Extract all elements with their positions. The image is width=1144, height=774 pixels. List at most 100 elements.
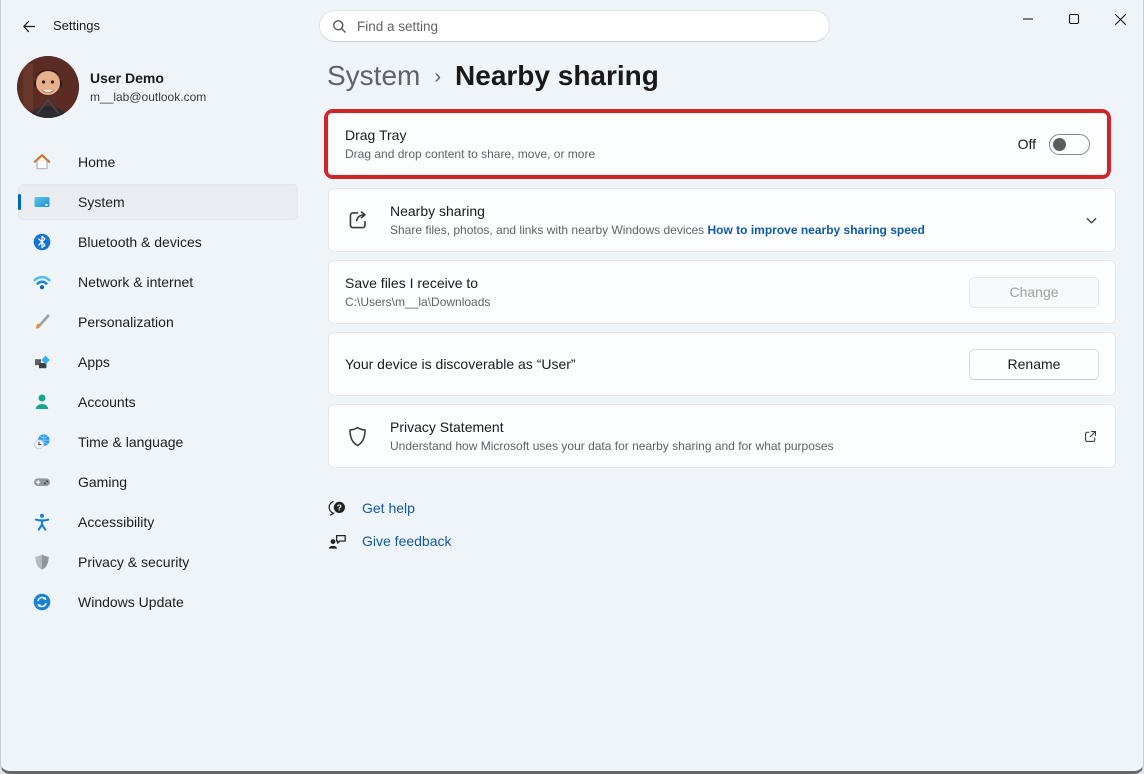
sidebar-item-label: Personalization	[78, 314, 174, 330]
gaming-icon	[32, 472, 52, 492]
chevron-down-icon[interactable]	[1084, 213, 1099, 228]
system-icon	[32, 192, 52, 212]
sidebar-item-gaming[interactable]: Gaming	[18, 464, 298, 500]
maximize-icon	[1068, 13, 1080, 25]
give-feedback-link[interactable]: Give feedback	[327, 531, 452, 551]
discoverable-title: Your device is discoverable as “User”	[345, 356, 969, 372]
page-title: Nearby sharing	[455, 60, 659, 92]
settings-window: Settings	[0, 0, 1144, 774]
close-icon	[1114, 13, 1127, 26]
search-input[interactable]	[357, 19, 817, 34]
external-link-icon	[1082, 428, 1099, 445]
privacy-statement-card[interactable]: Privacy Statement Understand how Microso…	[328, 404, 1116, 468]
save-files-path: C:\Users\m__la\Downloads	[345, 295, 969, 309]
time-language-icon	[32, 432, 52, 452]
sidebar-item-privacy-security[interactable]: Privacy & security	[18, 544, 298, 580]
home-icon	[32, 152, 52, 172]
discoverable-text: Your device is discoverable as “User”	[345, 356, 969, 372]
rename-button[interactable]: Rename	[969, 349, 1099, 380]
back-arrow-icon	[20, 18, 37, 35]
search-icon	[332, 19, 347, 34]
nearby-sharing-description-text: Share files, photos, and links with near…	[390, 223, 704, 237]
get-help-label: Get help	[362, 500, 415, 516]
accounts-icon	[32, 392, 52, 412]
profile-name: User Demo	[90, 70, 206, 86]
search-box[interactable]	[319, 10, 830, 42]
get-help-link[interactable]: ? Get help	[327, 498, 415, 518]
drag-tray-description: Drag and drop content to share, move, or…	[345, 147, 1018, 161]
privacy-statement-text: Privacy Statement Understand how Microso…	[390, 419, 1070, 453]
privacy-statement-description: Understand how Microsoft uses your data …	[390, 439, 1070, 453]
sidebar-item-accessibility[interactable]: Accessibility	[18, 504, 298, 540]
sidebar-item-windows-update[interactable]: Windows Update	[18, 584, 298, 620]
sidebar-item-time-language[interactable]: Time & language	[18, 424, 298, 460]
drag-tray-title: Drag Tray	[345, 127, 1018, 143]
breadcrumb-parent[interactable]: System	[327, 60, 420, 92]
profile-email: m__lab@outlook.com	[90, 90, 206, 104]
sidebar-item-system[interactable]: System	[18, 184, 298, 220]
privacy-security-icon	[32, 552, 52, 572]
save-files-card: Save files I receive to C:\Users\m__la\D…	[328, 260, 1116, 324]
sidebar-item-network-internet[interactable]: Network & internet	[18, 264, 298, 300]
save-files-title: Save files I receive to	[345, 275, 969, 291]
sidebar-item-label: Time & language	[78, 434, 183, 450]
nearby-sharing-text: Nearby sharing Share files, photos, and …	[390, 203, 1072, 237]
breadcrumb: System › Nearby sharing	[327, 60, 659, 92]
nearby-sharing-title: Nearby sharing	[390, 203, 1072, 219]
nearby-sharing-description: Share files, photos, and links with near…	[390, 223, 1072, 237]
nearby-sharing-card[interactable]: Nearby sharing Share files, photos, and …	[328, 188, 1116, 252]
breadcrumb-separator-icon: ›	[434, 66, 441, 89]
sidebar-nav: Home System Bluetooth & devices Network …	[18, 144, 298, 624]
save-files-text: Save files I receive to C:\Users\m__la\D…	[345, 275, 969, 309]
sidebar-item-label: Apps	[78, 354, 110, 370]
sidebar-item-apps[interactable]: Apps	[18, 344, 298, 380]
app-title: Settings	[53, 18, 100, 33]
sidebar-item-accounts[interactable]: Accounts	[18, 384, 298, 420]
close-button[interactable]	[1097, 0, 1143, 38]
minimize-button[interactable]	[1005, 0, 1051, 38]
user-profile[interactable]: User Demo m__lab@outlook.com	[17, 56, 206, 118]
bluetooth-icon	[32, 232, 52, 252]
avatar	[17, 56, 79, 118]
network-icon	[32, 272, 52, 292]
drag-tray-toggle-zone: Off	[1018, 134, 1090, 155]
sidebar-item-label: Gaming	[78, 474, 127, 490]
discoverable-card: Your device is discoverable as “User” Re…	[328, 332, 1116, 396]
sidebar-item-label: Windows Update	[78, 594, 184, 610]
main-content: System › Nearby sharing Drag Tray Drag a…	[327, 48, 1119, 774]
toggle-state-label: Off	[1018, 136, 1036, 152]
sidebar-item-label: Privacy & security	[78, 554, 189, 570]
give-feedback-label: Give feedback	[362, 533, 452, 549]
sidebar-item-label: Accessibility	[78, 514, 154, 530]
feedback-icon	[327, 531, 349, 551]
personalization-icon	[32, 312, 52, 332]
toggle-knob	[1053, 138, 1066, 151]
titlebar: Settings	[1, 0, 1143, 48]
help-icon: ?	[327, 498, 349, 518]
sidebar-item-personalization[interactable]: Personalization	[18, 304, 298, 340]
sidebar-item-bluetooth-devices[interactable]: Bluetooth & devices	[18, 224, 298, 260]
shield-outline-icon	[345, 424, 371, 449]
sidebar-item-label: Accounts	[78, 394, 136, 410]
accessibility-icon	[32, 512, 52, 532]
sidebar-item-label: Bluetooth & devices	[78, 234, 202, 250]
back-button[interactable]	[16, 14, 40, 38]
profile-text: User Demo m__lab@outlook.com	[90, 70, 206, 104]
drag-tray-text: Drag Tray Drag and drop content to share…	[345, 127, 1018, 161]
sidebar-item-home[interactable]: Home	[18, 144, 298, 180]
drag-tray-card: Drag Tray Drag and drop content to share…	[328, 113, 1107, 175]
privacy-statement-title: Privacy Statement	[390, 419, 1070, 435]
windows-update-icon	[32, 592, 52, 612]
window-controls	[1005, 0, 1143, 38]
sidebar-item-label: Network & internet	[78, 274, 193, 290]
sidebar-item-label: Home	[78, 154, 115, 170]
sidebar-item-label: System	[78, 194, 125, 210]
improve-sharing-speed-link[interactable]: How to improve nearby sharing speed	[708, 223, 925, 237]
annotation-highlight-box: Drag Tray Drag and drop content to share…	[324, 109, 1111, 179]
drag-tray-toggle[interactable]	[1049, 134, 1090, 155]
share-icon	[345, 207, 371, 233]
maximize-button[interactable]	[1051, 0, 1097, 38]
svg-text:?: ?	[337, 502, 342, 512]
minimize-icon	[1022, 13, 1034, 25]
change-button[interactable]: Change	[969, 277, 1099, 308]
